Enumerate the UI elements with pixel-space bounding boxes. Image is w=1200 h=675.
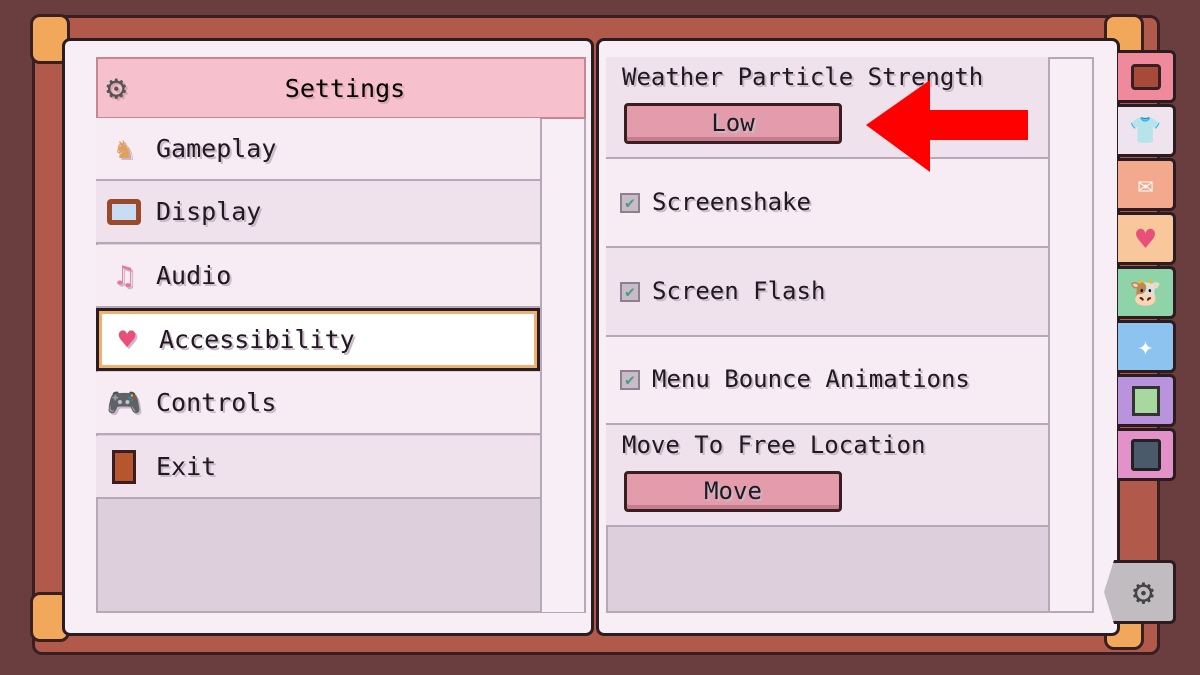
gamepad-icon: 🎮 [106, 386, 142, 419]
option-label: Move To Free Location [622, 431, 926, 459]
menu-item-audio[interactable]: ♫ Audio [96, 245, 540, 308]
menu-item-accessibility[interactable]: ♥ Accessibility [96, 308, 540, 371]
red-arrow-annotation [866, 80, 1028, 172]
menu-item-controls[interactable]: 🎮 Controls [96, 372, 540, 435]
tab-relationships[interactable]: ♥ [1118, 212, 1176, 265]
tab-skills[interactable]: ✦ [1118, 320, 1176, 373]
option-label: Screen Flash [652, 277, 826, 305]
tab-animals[interactable]: 🐮 [1118, 266, 1176, 319]
cow-icon: 🐮 [1129, 277, 1162, 308]
door-icon [104, 447, 144, 487]
menu-item-label: Display [156, 197, 262, 226]
heart-icon: ♥ [118, 323, 136, 356]
checkbox[interactable]: ✔ [620, 193, 640, 213]
menu-item-label: Audio [156, 261, 232, 290]
tab-settings[interactable]: ⚙ [1104, 560, 1176, 624]
menu-item-label: Exit [156, 452, 217, 481]
settings-title: Settings [284, 73, 406, 103]
menu-scrollbar[interactable] [540, 118, 586, 612]
checkbox[interactable]: ✔ [620, 282, 640, 302]
sparkles-icon: ✦ [1137, 331, 1154, 362]
menu-item-label: Gameplay [156, 134, 277, 163]
weather-strength-button[interactable]: Low [624, 103, 842, 144]
mail-icon: ✉ [1137, 169, 1154, 200]
tab-backpack[interactable] [1118, 50, 1176, 103]
tv-icon [104, 192, 144, 232]
chess-knight-icon: ♞ [115, 132, 133, 165]
heart-icon: ♥ [1135, 219, 1156, 258]
tab-map[interactable] [1118, 374, 1176, 427]
tab-journal[interactable] [1118, 428, 1176, 481]
journal-icon [1130, 438, 1161, 471]
option-label: Menu Bounce Animations [652, 365, 970, 393]
shirt-icon: 👕 [1129, 115, 1162, 146]
tab-mail[interactable]: ✉ [1118, 158, 1176, 211]
music-notes-icon: ♫ [115, 259, 133, 292]
menu-item-gameplay[interactable]: ♞ Gameplay [96, 118, 540, 181]
tab-wardrobe[interactable]: 👕 [1118, 104, 1176, 157]
gear-icon: ⚙ [1132, 571, 1155, 613]
map-icon [1131, 385, 1160, 416]
settings-header: ⚙ Settings [96, 57, 586, 119]
option-screen-flash[interactable]: ✔ Screen Flash [606, 248, 1048, 337]
menu-item-label: Controls [156, 388, 277, 417]
menu-item-label: Accessibility [159, 325, 355, 354]
options-scrollbar[interactable] [1048, 57, 1094, 613]
option-move: Move To Free Location Move [606, 425, 1048, 527]
menu-item-display[interactable]: Display [96, 181, 540, 244]
checkbox[interactable]: ✔ [620, 370, 640, 390]
backpack-icon [1130, 63, 1161, 90]
menu-item-exit[interactable]: Exit [96, 436, 540, 499]
move-button[interactable]: Move [624, 471, 842, 512]
gear-icon: ⚙ [106, 68, 127, 108]
option-label: Screenshake [652, 188, 811, 216]
option-menu-bounce[interactable]: ✔ Menu Bounce Animations [606, 337, 1048, 425]
